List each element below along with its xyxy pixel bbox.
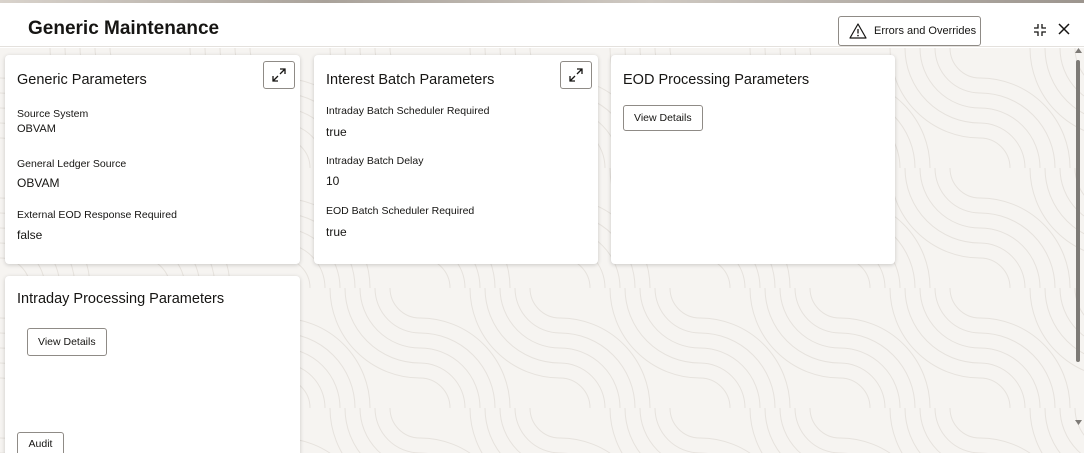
card-title: Intraday Processing Parameters [17, 291, 225, 307]
main-content: Generic Parameters Source System OBVAM G… [0, 48, 1084, 453]
field-label: General Ledger Source [17, 158, 127, 170]
errors-button-label: Errors and Overrides [874, 25, 977, 37]
view-details-button[interactable]: View Details [623, 105, 703, 131]
generic-parameters-card: Generic Parameters Source System OBVAM G… [5, 55, 300, 264]
expand-icon [272, 68, 286, 82]
field-label: Intraday Batch Scheduler Required [326, 105, 490, 117]
scroll-down-arrow-icon[interactable] [1075, 420, 1082, 425]
expand-button[interactable] [560, 61, 592, 89]
field-value: true [326, 225, 347, 239]
field-value: OBVAM [17, 123, 56, 135]
card-title: Generic Parameters [17, 72, 147, 88]
field-label: Intraday Batch Delay [326, 155, 424, 167]
intraday-processing-parameters-card: Intraday Processing Parameters View Deta… [5, 276, 300, 453]
header: Generic Maintenance Errors and Overrides [0, 3, 1084, 47]
expand-button[interactable] [263, 61, 295, 89]
field-label: External EOD Response Required [17, 209, 177, 221]
card-title: Interest Batch Parameters [326, 72, 495, 88]
field-label: Source System [17, 108, 89, 120]
field-label: EOD Batch Scheduler Required [326, 205, 475, 217]
eod-processing-parameters-card: EOD Processing Parameters View Details [611, 55, 895, 264]
scroll-up-arrow-icon[interactable] [1075, 48, 1082, 53]
page-title: Generic Maintenance [28, 18, 220, 39]
audit-button[interactable]: Audit [17, 432, 64, 453]
scrollbar-thumb[interactable] [1076, 60, 1080, 362]
field-value: OBVAM [17, 176, 60, 190]
view-details-button[interactable]: View Details [27, 328, 107, 356]
errors-and-overrides-button[interactable]: Errors and Overrides [838, 16, 981, 46]
expand-icon [569, 68, 583, 82]
field-value: false [17, 228, 43, 242]
minimize-icon[interactable] [1033, 23, 1047, 37]
field-value: 10 [326, 174, 340, 188]
card-title: EOD Processing Parameters [623, 72, 810, 88]
warning-icon [849, 23, 867, 39]
field-value: true [326, 125, 347, 139]
interest-batch-parameters-card: Interest Batch Parameters Intraday Batch… [314, 55, 598, 264]
close-icon[interactable] [1057, 22, 1071, 36]
